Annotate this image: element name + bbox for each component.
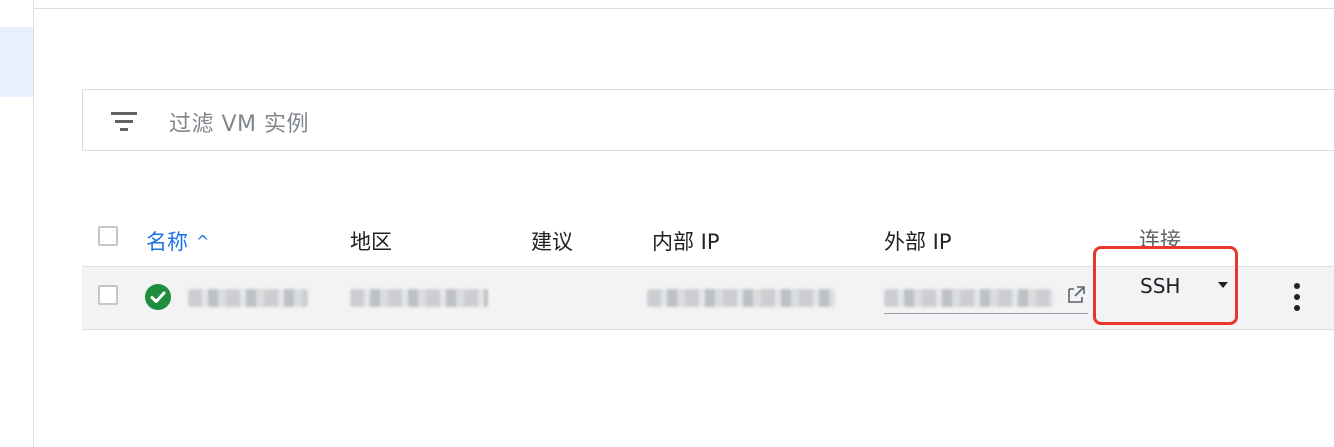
column-header-internal-ip[interactable]: 内部 IP <box>652 226 720 256</box>
filter-bar[interactable]: 过滤 VM 实例 <box>82 89 1334 151</box>
open-in-new-icon[interactable] <box>1066 285 1086 305</box>
internal-ip-value <box>647 289 835 307</box>
row-checkbox[interactable] <box>98 285 118 305</box>
external-ip-underline <box>884 313 1088 314</box>
sort-ascending-icon[interactable]: ^ <box>196 232 209 251</box>
filter-icon[interactable] <box>111 111 137 131</box>
instance-name-link[interactable] <box>188 289 308 307</box>
column-header-name[interactable]: 名称 ^ <box>146 226 209 256</box>
column-header-recommendation[interactable]: 建议 <box>531 226 573 256</box>
column-header-name-label: 名称 <box>146 230 188 254</box>
column-header-zone[interactable]: 地区 <box>350 226 392 256</box>
left-rail-selected-item[interactable] <box>0 27 33 97</box>
status-running-icon <box>145 284 171 310</box>
zone-value <box>350 289 488 307</box>
top-divider <box>34 8 1334 9</box>
ssh-highlight-box <box>1093 246 1238 325</box>
column-header-external-ip[interactable]: 外部 IP <box>884 226 952 256</box>
select-all-checkbox[interactable] <box>98 226 118 246</box>
external-ip-link[interactable] <box>884 289 1054 307</box>
more-vert-icon[interactable] <box>1289 283 1305 311</box>
filter-input[interactable]: 过滤 VM 实例 <box>169 106 309 138</box>
